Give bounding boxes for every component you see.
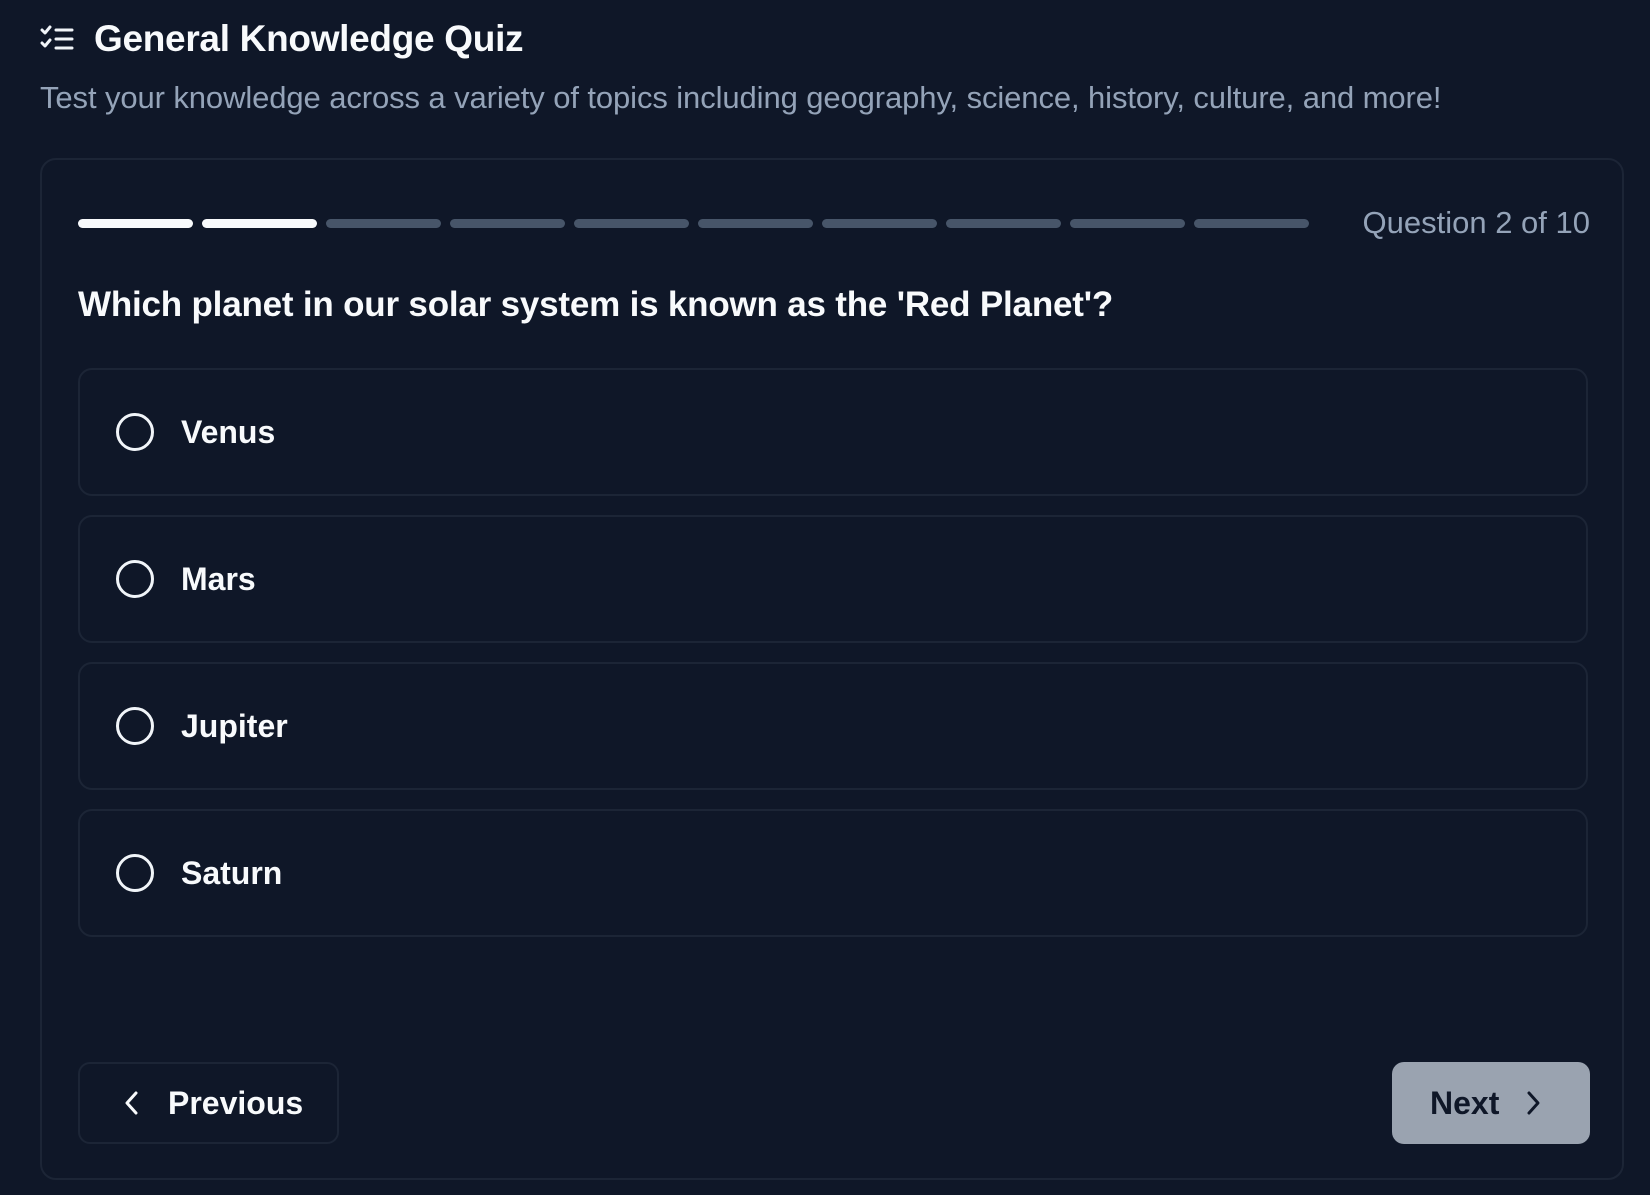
chevron-right-icon [1523, 1088, 1543, 1118]
progress-segment-pending [822, 218, 937, 228]
radio-button[interactable] [116, 413, 154, 451]
answer-option-mars[interactable]: Mars [78, 515, 1588, 643]
radio-button[interactable] [116, 707, 154, 745]
progress-segment-pending [574, 218, 689, 228]
progress-segment-pending [946, 218, 1061, 228]
page-title: General Knowledge Quiz [94, 18, 524, 59]
progress-segment-pending [326, 218, 441, 228]
next-button[interactable]: Next [1392, 1062, 1590, 1144]
answer-option-venus[interactable]: Venus [78, 368, 1588, 496]
answer-option-jupiter[interactable]: Jupiter [78, 662, 1588, 790]
answer-option-label: Saturn [181, 854, 283, 891]
progress-segment-pending [698, 218, 813, 228]
progress-segments [78, 218, 1313, 228]
progress-segment-complete [78, 218, 193, 228]
radio-button[interactable] [116, 854, 154, 892]
answer-option-saturn[interactable]: Saturn [78, 809, 1588, 937]
previous-button[interactable]: Previous [78, 1062, 339, 1144]
answer-options: Venus Mars Jupiter Saturn [78, 368, 1588, 937]
answer-option-label: Venus [181, 413, 276, 450]
progress-segment-complete [202, 218, 317, 228]
answer-option-label: Mars [181, 560, 256, 597]
question-text: Which planet in our solar system is know… [78, 285, 1114, 324]
progress-segment-pending [450, 218, 565, 228]
chevron-left-icon [122, 1088, 142, 1118]
progress-row: Question 2 of 10 [78, 198, 1590, 248]
progress-segment-pending [1070, 218, 1185, 228]
quiz-header: General Knowledge Quiz [40, 18, 524, 60]
answer-option-label: Jupiter [181, 707, 288, 744]
radio-button[interactable] [116, 560, 154, 598]
page-subtitle: Test your knowledge across a variety of … [40, 80, 1442, 115]
question-counter: Question 2 of 10 [1362, 205, 1591, 240]
previous-button-label: Previous [168, 1084, 304, 1121]
checklist-icon [40, 22, 74, 56]
quiz-page: General Knowledge Quiz Test your knowled… [0, 0, 1650, 1195]
progress-segment-pending [1194, 218, 1309, 228]
next-button-label: Next [1430, 1084, 1500, 1121]
quiz-card: Question 2 of 10 Which planet in our sol… [40, 158, 1624, 1180]
